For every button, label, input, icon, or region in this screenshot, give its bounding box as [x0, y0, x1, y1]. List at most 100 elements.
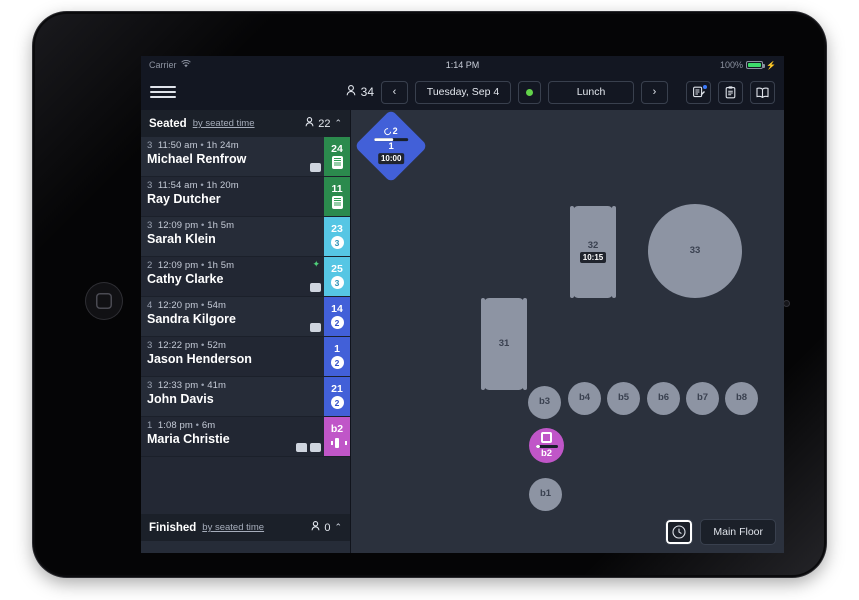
table-status-chip[interactable]: b2	[324, 417, 350, 456]
table-status-chip[interactable]: 14 2	[324, 297, 350, 336]
reservation-row[interactable]: 3 12:22 pm • 52m Jason Henderson 1 2	[141, 337, 350, 377]
table-status-chip[interactable]: 21 2	[324, 377, 350, 416]
section-header-seated[interactable]: Seated by seated time 22 ⌃	[141, 110, 350, 137]
shift-selector[interactable]: Lunch	[548, 80, 634, 104]
receipt-icon	[331, 196, 343, 210]
floor-table[interactable]: b4	[568, 382, 601, 415]
chip-course-badge: 3	[330, 276, 344, 290]
duration: 1h 24m	[206, 140, 239, 151]
chip-course-badge: 2	[330, 396, 344, 410]
covers-count-value: 34	[360, 85, 374, 99]
section-sort-label[interactable]: by seated time	[202, 522, 264, 533]
reservation-info: 3 12:22 pm • 52m Jason Henderson	[141, 337, 324, 376]
table-contents: b6	[658, 392, 669, 403]
reservation-meta: 4 12:20 pm • 54m	[147, 300, 226, 311]
floor-table[interactable]: b3	[528, 386, 561, 419]
reservation-row[interactable]: 1 1:08 pm • 6m Maria Christie b2	[141, 417, 350, 457]
party-size: 1	[147, 420, 153, 431]
chat-icon	[296, 443, 307, 452]
table-contents: b3	[538, 396, 551, 408]
hamburger-menu-icon[interactable]	[150, 81, 176, 103]
shift-status-indicator[interactable]	[518, 80, 541, 104]
floor-table[interactable]: b1	[529, 478, 562, 511]
table-number-label: b3	[538, 396, 551, 408]
reservation-rows: 3 11:50 am • 1h 24m Michael Renfrow 24 3 11…	[141, 137, 350, 514]
reservation-row-icons	[310, 283, 321, 292]
table-number-label: b7	[696, 392, 709, 404]
floor-table[interactable]: b6	[647, 382, 680, 415]
duration: 6m	[201, 420, 216, 431]
table-status-chip[interactable]: 25 3	[324, 257, 350, 296]
reservation-info: 3 11:54 am • 1h 20m Ray Dutcher	[141, 177, 324, 216]
duration: 54m	[207, 300, 226, 311]
person-icon	[311, 521, 320, 534]
chip-table-number: 25	[331, 262, 343, 275]
table-contents: 31	[499, 338, 510, 349]
reservation-row[interactable]: 2 12:09 pm • 1h 5m Cathy Clarke ✦ 25 3	[141, 257, 350, 297]
table-contents: 32 10:15	[579, 240, 607, 264]
note-edit-icon[interactable]	[686, 80, 711, 104]
guest-name: Ray Dutcher	[147, 192, 221, 206]
reservation-row[interactable]: 4 12:20 pm • 54m Sandra Kilgore 14 2	[141, 297, 350, 337]
party-size: 3	[147, 180, 153, 191]
table-number-label: b8	[735, 392, 748, 404]
chip-course-badge: 2	[330, 316, 344, 330]
table-status-chip[interactable]: 11	[324, 177, 350, 216]
party-size: 3	[147, 340, 153, 351]
clipped-row	[141, 541, 350, 553]
next-day-button[interactable]: ›	[641, 80, 668, 104]
section-sort-label[interactable]: by seated time	[193, 118, 255, 129]
reservation-row-icons	[310, 163, 321, 172]
floor-table[interactable]: 32 10:15	[570, 206, 616, 298]
reservation-row[interactable]: 3 11:50 am • 1h 24m Michael Renfrow 24	[141, 137, 350, 177]
seated-time: 11:54 am	[157, 180, 198, 191]
home-button[interactable]	[85, 282, 123, 320]
table-contents: b7	[696, 392, 709, 404]
floor-table[interactable]: b8	[725, 382, 758, 415]
reservation-row[interactable]: 3 11:54 am • 1h 20m Ray Dutcher 11	[141, 177, 350, 217]
chip-table-number: 11	[331, 182, 343, 195]
screenshot-root: Carrier 1:14 PM 100% ⚡ 34 ‹ Tuesday, Sep…	[0, 0, 859, 600]
clock-icon[interactable]	[665, 519, 694, 545]
clipboard-icon[interactable]	[718, 80, 743, 104]
guest-name: Sandra Kilgore	[147, 312, 236, 326]
reservation-meta: 3 12:09 pm • 1h 5m	[147, 220, 235, 231]
floor-table[interactable]: b2	[529, 428, 564, 463]
card-icon	[310, 283, 321, 292]
seated-time: 12:22 pm	[157, 340, 199, 351]
table-status-chip[interactable]: 12	[324, 337, 350, 376]
floor-table[interactable]: 33	[648, 204, 742, 298]
pulse-icon	[331, 437, 347, 449]
floor-table[interactable]: 31	[481, 298, 527, 390]
table-status-chip[interactable]: 24	[324, 137, 350, 176]
timer-arc-icon	[383, 126, 393, 137]
prev-day-button[interactable]: ‹	[381, 80, 408, 104]
reservation-info: 2 12:09 pm • 1h 5m Cathy Clarke ✦	[141, 257, 324, 296]
party-size: 3	[147, 140, 153, 151]
section-count-value: 0	[324, 521, 331, 534]
chevron-up-icon[interactable]: ⌃	[334, 118, 342, 129]
person-icon	[305, 117, 314, 130]
guest-name: Maria Christie	[147, 432, 230, 446]
reservation-row[interactable]: 3 12:33 pm • 41m John Davis 21 2	[141, 377, 350, 417]
open-book-icon[interactable]	[750, 80, 775, 104]
floor-table[interactable]: b5	[607, 382, 640, 415]
table-number-label: 33	[689, 244, 701, 256]
table-contents: b4	[579, 392, 590, 403]
status-clock: 1:14 PM	[445, 60, 480, 70]
floor-selector-button[interactable]: Main Floor	[700, 519, 776, 545]
floor-plan-canvas[interactable]: b1b2b8b7b6b5b4b3333210:15312610:30325243…	[351, 109, 784, 553]
table-contents: b2	[535, 432, 558, 459]
table-number-label: b5	[617, 392, 630, 404]
reservation-row-icons	[296, 443, 321, 452]
table-status-chip[interactable]: 23 3	[324, 217, 350, 256]
reservation-row[interactable]: 3 12:09 pm • 1h 5m Sarah Klein 23 3	[141, 217, 350, 257]
date-selector[interactable]: Tuesday, Sep 4	[415, 80, 511, 104]
floor-table[interactable]: 2 1 10:00	[354, 109, 428, 183]
floor-table[interactable]: b7	[686, 382, 719, 415]
reservation-row-icons	[310, 323, 321, 332]
section-header-finished[interactable]: Finished by seated time 0 ⌃	[141, 514, 350, 541]
floor-controls: Main Floor	[665, 519, 776, 545]
chevron-up-icon[interactable]: ⌃	[334, 522, 342, 533]
progress-fill	[374, 138, 393, 142]
